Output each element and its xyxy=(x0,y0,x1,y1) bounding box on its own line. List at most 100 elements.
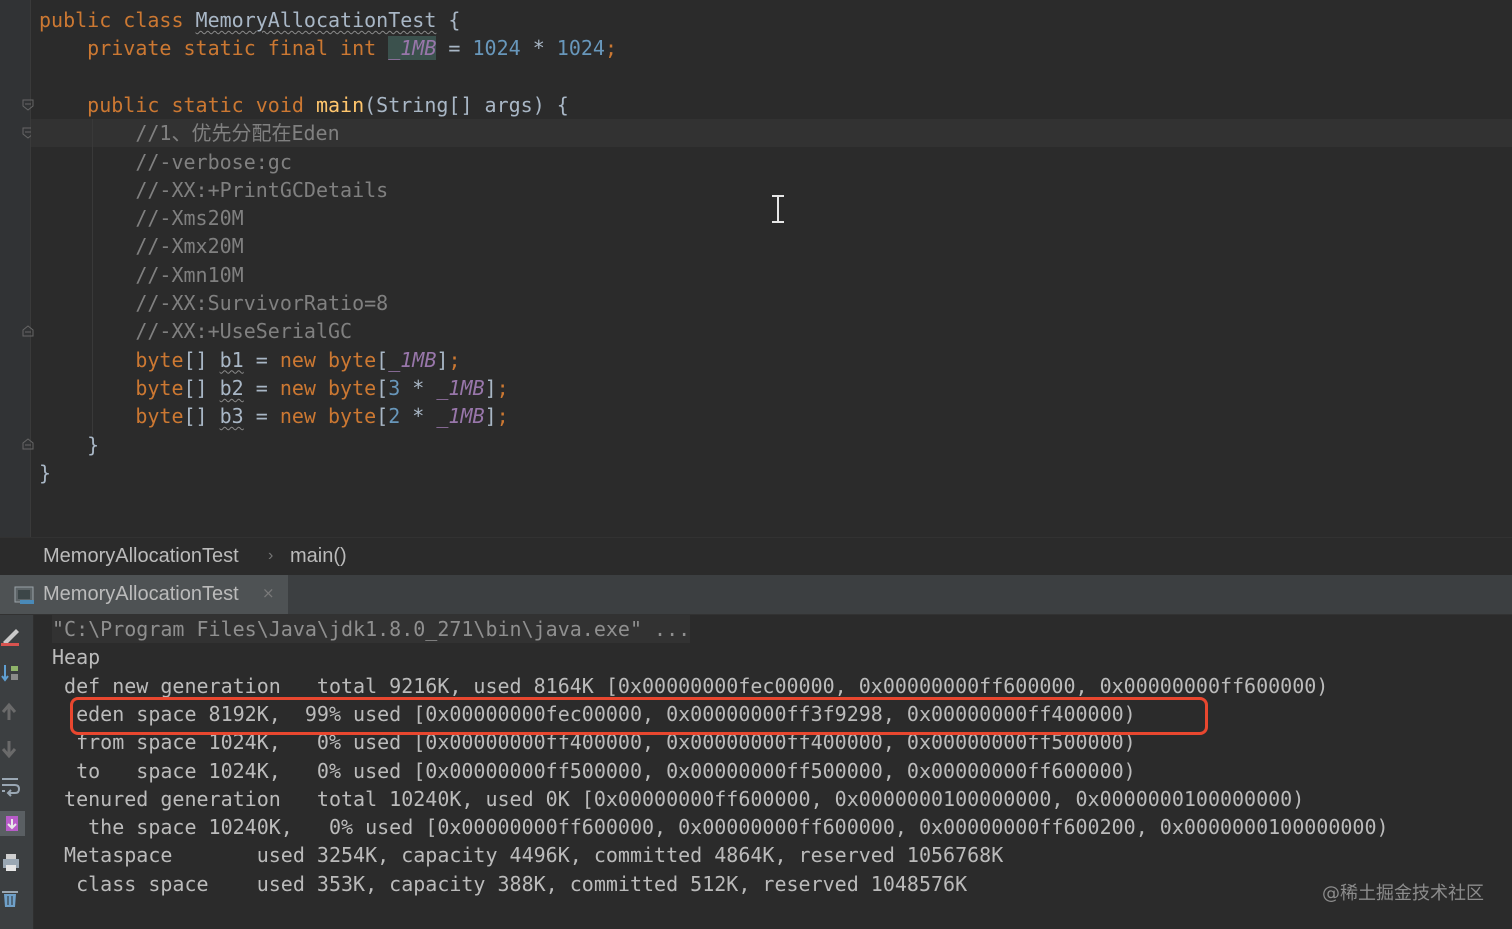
code-line[interactable]: byte[] b3 = new byte[2 * _1MB]; xyxy=(39,402,509,430)
fold-marker-icon[interactable] xyxy=(21,98,35,112)
code-line[interactable]: //-XX:+PrintGCDetails xyxy=(39,176,388,204)
code-token: = xyxy=(436,36,473,61)
edit-icon[interactable] xyxy=(0,624,20,646)
code-token: _1MB xyxy=(436,375,485,400)
console-line: def new generation total 9216K, used 816… xyxy=(52,673,1329,698)
code-token: } xyxy=(39,432,100,457)
code-token: [ xyxy=(376,375,389,400)
code-token: //-XX:+UseSerialGC xyxy=(39,319,353,344)
breadcrumb-class[interactable]: MemoryAllocationTest xyxy=(43,545,239,568)
code-token: byte xyxy=(39,347,184,372)
code-token: //-verbose:gc xyxy=(39,149,292,174)
tab-run-memoryallocationtest[interactable]: MemoryAllocationTest × xyxy=(0,575,288,614)
code-token: 2 xyxy=(388,404,401,429)
code-token: ; xyxy=(496,375,509,400)
code-token: ; xyxy=(448,347,461,372)
code-token: byte xyxy=(39,404,184,429)
console-line: Metaspace used 3254K, capacity 4496K, co… xyxy=(52,843,1004,868)
fold-marker-icon[interactable] xyxy=(21,437,35,451)
code-token: //-XX:+PrintGCDetails xyxy=(39,177,389,202)
code-line[interactable]: //-verbose:gc xyxy=(39,148,292,176)
code-token: public class xyxy=(39,8,196,32)
watermark: @稀土掘金技术社区 xyxy=(1322,883,1484,904)
code-line[interactable]: } xyxy=(39,459,51,487)
code-token: _1MB xyxy=(388,347,437,372)
code-token: [] xyxy=(183,347,220,372)
code-token: _1MB xyxy=(388,36,437,61)
code-token: new byte xyxy=(279,375,377,400)
code-token: = xyxy=(243,347,280,372)
code-token: _1MB xyxy=(436,404,485,429)
code-token: new byte xyxy=(279,347,377,372)
code-token: b1 xyxy=(219,347,244,372)
breadcrumb: MemoryAllocationTest › main() xyxy=(0,537,1512,576)
close-icon[interactable]: × xyxy=(262,584,275,602)
breadcrumb-method[interactable]: main() xyxy=(290,545,347,568)
code-line[interactable]: //-Xmx20M xyxy=(39,232,244,260)
code-token: MemoryAllocationTest xyxy=(195,8,437,32)
code-token: * xyxy=(520,36,557,61)
code-token: public static void xyxy=(39,92,316,117)
code-token: ] xyxy=(484,404,497,429)
editor-gutter xyxy=(0,0,34,537)
code-token: [ xyxy=(376,404,389,429)
run-tab-label: MemoryAllocationTest xyxy=(43,583,239,605)
code-token: new byte xyxy=(279,404,377,429)
code-token: b3 xyxy=(219,404,244,429)
code-token: 1024 xyxy=(472,36,521,61)
print-icon[interactable] xyxy=(0,851,20,871)
console-line: the space 10240K, 0% used [0x00000000ff6… xyxy=(52,815,1389,840)
console-toolstrip xyxy=(0,615,34,929)
code-line[interactable]: //1、优先分配在Eden xyxy=(39,119,340,147)
code-token: * xyxy=(400,404,437,429)
code-line[interactable]: } xyxy=(39,431,99,459)
code-token: //-XX:SurvivorRatio=8 xyxy=(39,291,389,315)
code-editor[interactable]: public class MemoryAllocationTest { priv… xyxy=(0,0,1512,537)
code-line[interactable]: public static void main(String[] args) { xyxy=(39,91,569,119)
code-token: [] xyxy=(183,404,220,429)
scroll-to-end-icon[interactable] xyxy=(0,811,25,836)
code-token: } xyxy=(39,460,52,485)
sort-icon[interactable] xyxy=(0,662,20,682)
code-token: ] xyxy=(484,375,497,400)
run-tab-bar: MemoryAllocationTest × xyxy=(0,575,1512,615)
console-line: tenured generation total 10240K, used 0K… xyxy=(52,786,1305,811)
code-token: ; xyxy=(604,36,618,61)
fold-marker-icon[interactable] xyxy=(21,324,35,338)
code-line[interactable]: //-Xms20M xyxy=(39,204,244,232)
code-token: b2 xyxy=(219,375,244,400)
arrow-down-icon[interactable] xyxy=(0,738,20,759)
code-token: { xyxy=(436,8,461,32)
arrow-up-icon[interactable] xyxy=(0,701,20,721)
code-token: //-Xmx20M xyxy=(39,234,244,259)
code-token: main xyxy=(315,92,365,117)
console-line: to space 1024K, 0% used [0x00000000ff500… xyxy=(52,758,1136,783)
code-token: 3 xyxy=(388,375,401,400)
console-command-line: "C:\Program Files\Java\jdk1.8.0_271\bin\… xyxy=(52,615,691,643)
code-token: //-Xms20M xyxy=(39,206,244,231)
code-token: * xyxy=(400,375,437,400)
code-line[interactable]: byte[] b1 = new byte[_1MB]; xyxy=(39,346,460,374)
code-token: byte xyxy=(39,375,184,400)
code-token: 1024 xyxy=(556,36,605,61)
code-token: //-Xmn10M xyxy=(39,262,244,287)
console-output[interactable]: "C:\Program Files\Java\jdk1.8.0_271\bin\… xyxy=(0,615,1512,929)
code-line[interactable]: //-XX:+UseSerialGC xyxy=(39,317,352,345)
code-line[interactable]: //-XX:SurvivorRatio=8 xyxy=(39,289,388,317)
soft-wrap-icon[interactable] xyxy=(0,775,21,797)
code-token: //1、优先分配在Eden xyxy=(39,121,340,146)
console-line: Heap xyxy=(52,645,101,670)
eden-space-highlight-box xyxy=(70,697,1208,735)
code-line[interactable]: public class MemoryAllocationTest { xyxy=(39,6,460,34)
console-tab-icon xyxy=(14,585,36,609)
code-line[interactable]: byte[] b2 = new byte[3 * _1MB]; xyxy=(39,374,509,402)
console-line: class space used 353K, capacity 388K, co… xyxy=(52,871,968,896)
code-token: [ xyxy=(376,347,389,372)
code-line[interactable]: private static final int _1MB = 1024 * 1… xyxy=(39,34,617,62)
text-caret-icon xyxy=(769,194,787,228)
code-token: ] xyxy=(436,347,449,372)
code-token: [] xyxy=(183,375,220,400)
code-line[interactable]: //-Xmn10M xyxy=(39,261,244,289)
trash-icon[interactable] xyxy=(0,887,20,907)
code-token: ; xyxy=(496,404,509,429)
